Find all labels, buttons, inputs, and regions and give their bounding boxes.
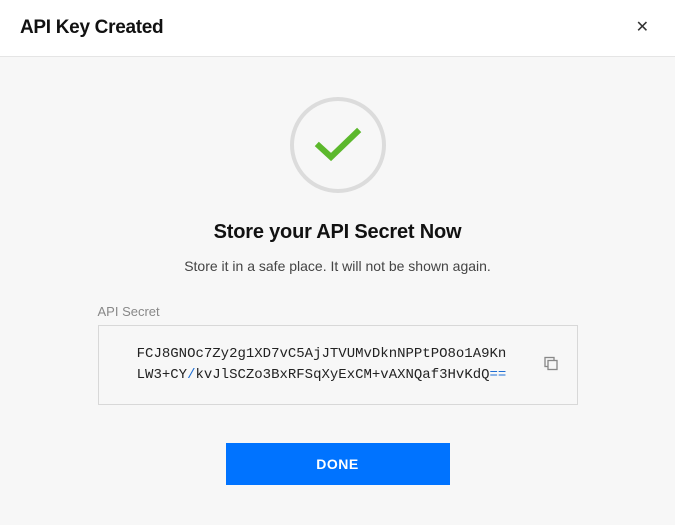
success-indicator <box>290 97 386 193</box>
secret-part: == <box>490 367 507 383</box>
modal-title: API Key Created <box>20 17 163 39</box>
store-subheading: Store it in a safe place. It will not be… <box>30 258 645 274</box>
api-secret-value: FCJ8GNOc7Zy2g1XD7vC5AjJTVUMvDknNPPtPO8o1… <box>117 344 527 386</box>
secret-part: kvJlSCZo3BxRFSqXyExCM+vAXNQaf3HvKdQ <box>195 367 489 383</box>
api-secret-label: API Secret <box>98 304 578 319</box>
secret-part: FCJ8GNOc7Zy2g1XD7vC5AjJTVUMvDknNPPtPO8o1… <box>137 346 507 362</box>
modal-body: Store your API Secret Now Store it in a … <box>0 57 675 515</box>
api-secret-container: API Secret FCJ8GNOc7Zy2g1XD7vC5AjJTVUMvD… <box>98 304 578 405</box>
secret-part: LW3+CY <box>137 367 187 383</box>
checkmark-icon <box>313 125 363 165</box>
copy-icon <box>543 356 559 372</box>
store-heading: Store your API Secret Now <box>30 221 645 244</box>
close-button[interactable]: ✕ <box>630 16 655 40</box>
copy-button[interactable] <box>537 350 565 381</box>
close-icon: ✕ <box>636 19 649 36</box>
api-secret-box: FCJ8GNOc7Zy2g1XD7vC5AjJTVUMvDknNPPtPO8o1… <box>98 325 578 405</box>
modal-header: API Key Created ✕ <box>0 0 675 57</box>
done-button[interactable]: DONE <box>226 443 450 485</box>
